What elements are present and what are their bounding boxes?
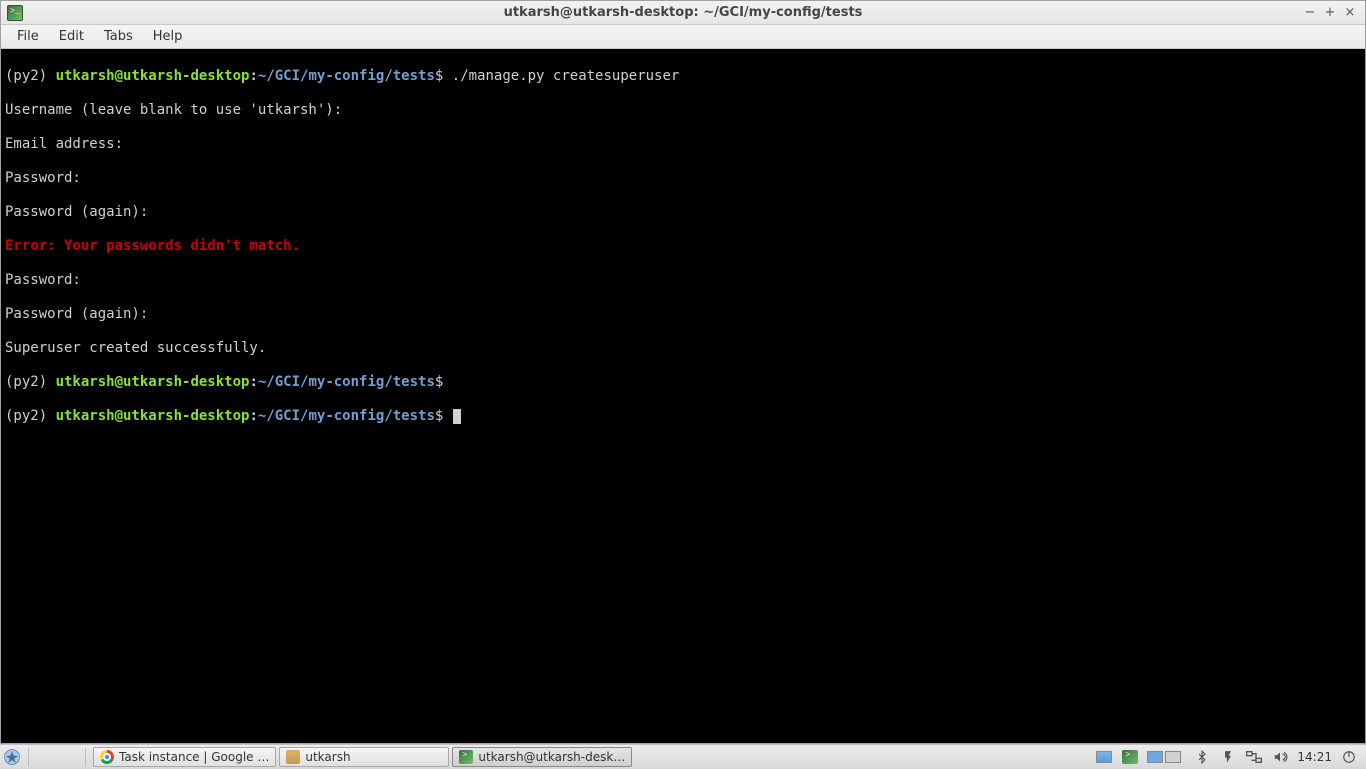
system-tray: 14:21 [1095, 748, 1366, 766]
task-label: Task instance | Google … [119, 750, 269, 764]
terminal-icon [459, 750, 473, 764]
prompt-path: ~/GCI/my-config/tests [258, 408, 435, 424]
close-button[interactable]: × [1343, 6, 1357, 20]
prompt-env: (py2) [5, 374, 56, 390]
prompt-path: ~/GCI/my-config/tests [258, 68, 435, 84]
menu-tabs[interactable]: Tabs [96, 27, 141, 46]
prompt-colon: : [249, 408, 257, 424]
separator [85, 748, 86, 766]
power-icon[interactable] [1219, 748, 1237, 766]
terminal-line: Password (again): [5, 306, 1361, 323]
prompt-path: ~/GCI/my-config/tests [258, 374, 435, 390]
terminal-line: Password: [5, 272, 1361, 289]
bluetooth-icon[interactable] [1193, 748, 1211, 766]
minimize-button[interactable]: − [1303, 6, 1317, 20]
prompt-user-host: utkarsh@utkarsh-desktop [56, 408, 250, 424]
taskbar: Task instance | Google … utkarsh utkarsh… [0, 744, 1366, 768]
network-icon[interactable] [1245, 748, 1263, 766]
terminal-command: ./manage.py createsuperuser [443, 68, 679, 84]
terminal-line: Superuser created successfully. [5, 340, 1361, 357]
chrome-icon [100, 750, 114, 764]
menu-help[interactable]: Help [145, 27, 191, 46]
window-controls: − + × [1303, 6, 1365, 20]
taskbar-task-terminal[interactable]: utkarsh@utkarsh-desk… [452, 747, 632, 767]
prompt-colon: : [249, 68, 257, 84]
separator [28, 748, 29, 766]
prompt-env: (py2) [5, 408, 56, 424]
folder-icon [286, 750, 300, 764]
terminal-icon [1122, 750, 1138, 764]
taskbar-task-nautilus[interactable]: utkarsh [279, 747, 449, 767]
prompt-dollar: $ [435, 374, 443, 390]
taskbar-task-chrome[interactable]: Task instance | Google … [93, 747, 276, 767]
prompt-colon: : [249, 374, 257, 390]
menu-file[interactable]: File [9, 27, 47, 46]
menu-edit[interactable]: Edit [51, 27, 92, 46]
start-menu-button[interactable] [0, 745, 24, 769]
window-titlebar[interactable]: utkarsh@utkarsh-desktop: ~/GCI/my-config… [1, 1, 1365, 25]
session-icon[interactable] [1340, 748, 1358, 766]
start-menu-icon [3, 748, 21, 766]
maximize-button[interactable]: + [1323, 6, 1337, 20]
tray-terminal-icon[interactable] [1121, 748, 1139, 766]
terminal-line: Username (leave blank to use 'utkarsh'): [5, 102, 1361, 119]
terminal-line: Password: [5, 170, 1361, 187]
prompt-env: (py2) [5, 68, 56, 84]
workspace-1[interactable] [1147, 751, 1163, 763]
terminal-error-line: Error: Your passwords didn't match. [5, 238, 1361, 255]
task-label: utkarsh [305, 750, 350, 764]
workspace-2[interactable] [1165, 751, 1181, 763]
terminal-line: Email address: [5, 136, 1361, 153]
menubar: File Edit Tabs Help [1, 25, 1365, 49]
terminal-line: Password (again): [5, 204, 1361, 221]
window-title: utkarsh@utkarsh-desktop: ~/GCI/my-config… [1, 5, 1365, 20]
launcher-chrome[interactable] [59, 746, 81, 768]
clock[interactable]: 14:21 [1297, 750, 1332, 764]
volume-icon[interactable] [1271, 748, 1289, 766]
show-desktop-button[interactable] [1095, 748, 1113, 766]
prompt-dollar: $ [435, 408, 443, 424]
task-label: utkarsh@utkarsh-desk… [478, 750, 625, 764]
terminal-window: utkarsh@utkarsh-desktop: ~/GCI/my-config… [0, 0, 1366, 744]
desktop-icon [1096, 751, 1112, 763]
terminal-line: (py2) utkarsh@utkarsh-desktop:~/GCI/my-c… [5, 374, 1361, 391]
prompt-user-host: utkarsh@utkarsh-desktop [56, 374, 250, 390]
terminal-line: (py2) utkarsh@utkarsh-desktop:~/GCI/my-c… [5, 408, 1361, 425]
prompt-user-host: utkarsh@utkarsh-desktop [56, 68, 250, 84]
terminal-line: (py2) utkarsh@utkarsh-desktop:~/GCI/my-c… [5, 68, 1361, 85]
terminal-viewport[interactable]: (py2) utkarsh@utkarsh-desktop:~/GCI/my-c… [1, 49, 1365, 743]
launcher-files[interactable] [35, 746, 57, 768]
workspace-switcher[interactable] [1147, 751, 1181, 763]
cursor [453, 409, 461, 424]
